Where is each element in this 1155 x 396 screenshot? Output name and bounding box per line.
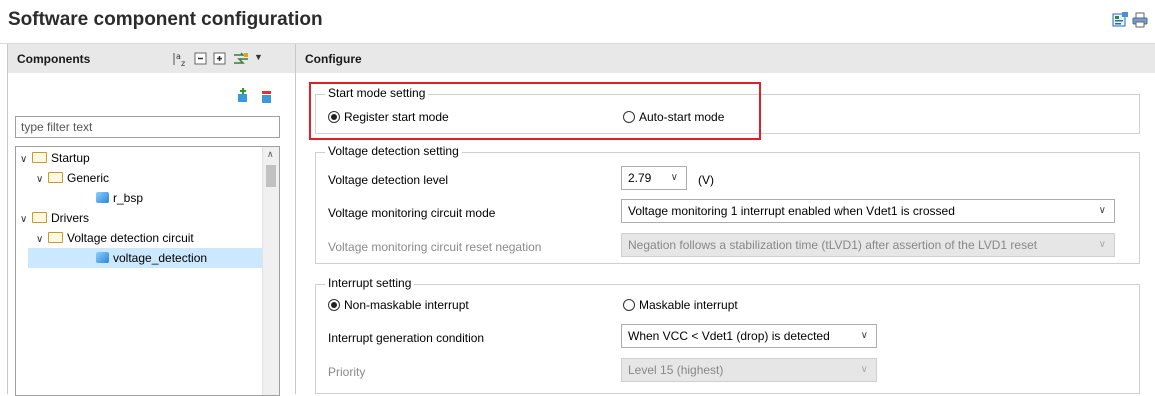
configure-header: Configure [296, 44, 1155, 73]
tree-item-label: Startup [51, 151, 90, 165]
collapse-all-icon[interactable] [194, 52, 208, 69]
component-icon [96, 252, 109, 263]
chevron-down-icon[interactable]: ∨ [20, 150, 32, 170]
tree-item-label: r_bsp [113, 191, 144, 205]
add-component-icon[interactable] [236, 88, 250, 107]
scroll-up-icon[interactable]: ∧ [267, 149, 274, 160]
component-icon [96, 192, 109, 203]
voltage-level-label: Voltage detection level [328, 173, 449, 187]
select-value: When VCC < Vdet1 (drop) is detected [628, 329, 830, 343]
interrupt-title: Interrupt setting [325, 276, 415, 290]
tree-item-label: Drivers [51, 211, 89, 225]
chevron-down-icon: ∨ [860, 330, 868, 341]
tree-item-r-bsp[interactable]: r_bsp [96, 188, 143, 208]
svg-text:z: z [181, 59, 185, 67]
sort-az-icon[interactable]: az [172, 51, 188, 70]
chevron-down-icon: ∨ [1098, 239, 1106, 250]
folder-open-icon [32, 152, 47, 163]
chevron-down-icon[interactable]: ∨ [36, 170, 48, 190]
radio-unchecked-icon[interactable] [623, 299, 635, 311]
generate-code-icon[interactable] [1112, 12, 1128, 28]
select-value: Voltage monitoring 1 interrupt enabled w… [628, 204, 955, 218]
reset-negation-select[interactable]: Negation follows a stabilization time (t… [621, 233, 1115, 257]
scrollbar-thumb[interactable] [266, 165, 276, 187]
tree-item-startup[interactable]: ∨ Startup [20, 148, 90, 168]
tree-item-voltage-detection[interactable]: voltage_detection [28, 248, 264, 268]
maskable-radio[interactable]: Maskable interrupt [623, 298, 738, 312]
tree-item-label: Generic [67, 171, 110, 185]
tree-item-label: voltage_detection [113, 251, 208, 265]
tree-item-drivers[interactable]: ∨ Drivers [20, 208, 89, 228]
monitor-mode-label: Voltage monitoring circuit mode [328, 206, 496, 220]
window-title: Software component configuration [8, 9, 323, 30]
interrupt-condition-select[interactable]: When VCC < Vdet1 (drop) is detected ∨ [621, 324, 877, 348]
configure-header-label: Configure [305, 52, 362, 66]
view-menu-icon[interactable] [232, 51, 250, 70]
components-header: Components az ▼ [8, 44, 295, 73]
monitor-mode-select[interactable]: Voltage monitoring 1 interrupt enabled w… [621, 199, 1115, 223]
chevron-down-icon[interactable]: ∨ [20, 210, 32, 230]
chevron-down-icon: ∨ [1098, 205, 1106, 216]
folder-open-icon [48, 232, 63, 243]
voltage-detection-title: Voltage detection setting [325, 144, 462, 158]
tree-item-voltage-detection-circuit[interactable]: ∨ Voltage detection circuit [36, 228, 194, 248]
radio-label: Maskable interrupt [639, 298, 738, 312]
radio-checked-icon[interactable] [328, 299, 340, 311]
radio-label: Non-maskable interrupt [344, 298, 469, 312]
select-value: 2.79 [628, 171, 652, 185]
remove-component-icon[interactable] [260, 89, 274, 108]
chevron-down-icon: ∨ [860, 364, 868, 375]
select-value: Negation follows a stabilization time (t… [628, 238, 1038, 252]
print-icon[interactable] [1132, 12, 1148, 28]
tree-item-generic[interactable]: ∨ Generic [36, 168, 109, 188]
components-header-label: Components [17, 52, 91, 66]
voltage-level-select[interactable]: 2.79 ∨ [621, 166, 687, 190]
tree-item-label: Voltage detection circuit [67, 231, 194, 245]
tree-scrollbar[interactable]: ∧ [262, 147, 279, 395]
filter-input[interactable]: type filter text [15, 116, 280, 138]
chevron-down-icon: ∨ [670, 172, 678, 183]
chevron-down-icon[interactable]: ▼ [254, 52, 263, 62]
folder-open-icon [48, 172, 63, 183]
voltage-unit: (V) [698, 173, 714, 187]
priority-label: Priority [328, 365, 366, 379]
chevron-down-icon[interactable]: ∨ [36, 230, 48, 250]
highlight-box [309, 82, 761, 140]
priority-select[interactable]: Level 15 (highest) ∨ [621, 358, 877, 382]
interrupt-condition-label: Interrupt generation condition [328, 331, 485, 345]
folder-open-icon [32, 212, 47, 223]
select-value: Level 15 (highest) [628, 363, 724, 377]
reset-negation-label: Voltage monitoring circuit reset negatio… [328, 240, 542, 254]
title-bar: Software component configuration [0, 0, 1155, 44]
expand-all-icon[interactable] [213, 52, 227, 69]
component-tree: ∨ Startup ∨ Generic r_bsp ∨ Drivers ∨ Voltag… [15, 146, 280, 396]
non-maskable-radio[interactable]: Non-maskable interrupt [328, 298, 469, 312]
